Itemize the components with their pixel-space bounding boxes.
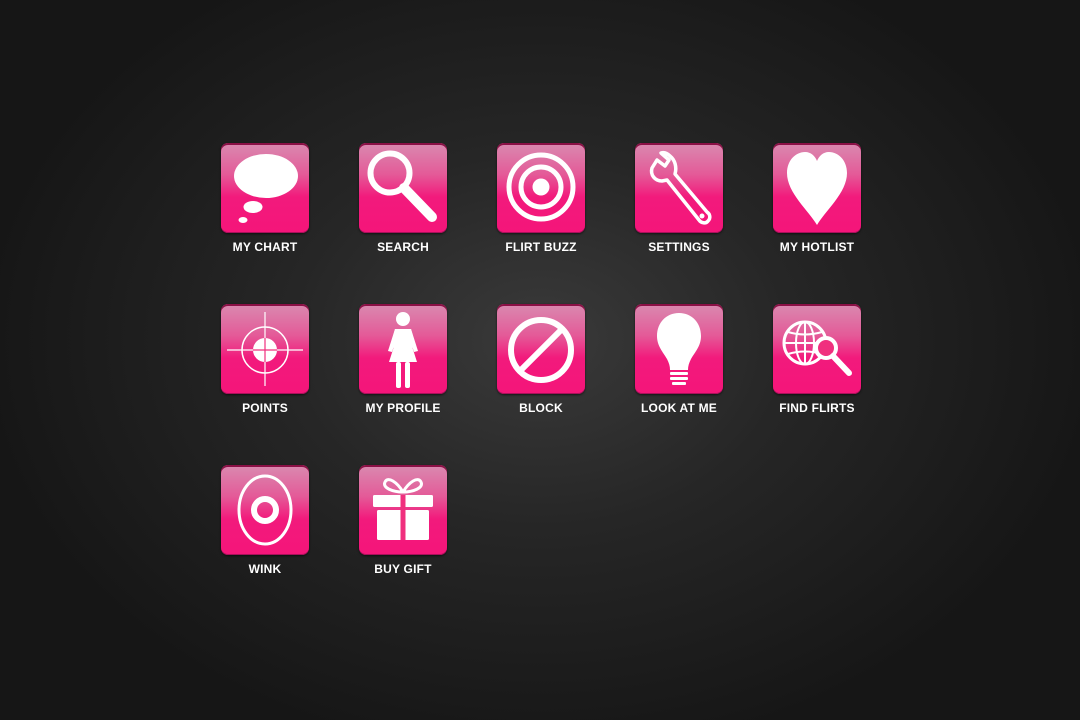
flirt-buzz-label: FLIRT BUZZ [505, 240, 577, 254]
buy-gift-label: BUY GIFT [374, 562, 432, 576]
heart-icon [787, 152, 847, 225]
gift-icon [373, 478, 433, 540]
wink-button[interactable]: WINK [213, 465, 317, 589]
buy-gift-tile[interactable] [359, 465, 447, 555]
flirt-buzz-button[interactable]: FLIRT BUZZ [489, 143, 593, 267]
my-hotlist-label: MY HOTLIST [779, 240, 855, 254]
points-button[interactable]: POINTS [213, 304, 317, 428]
my-profile-label: MY PROFILE [365, 401, 441, 415]
find-flirts-button[interactable]: FIND FLIRTS [765, 304, 869, 428]
points-label: POINTS [242, 401, 288, 415]
my-chart-tile[interactable] [221, 143, 309, 233]
wrench-icon [649, 150, 712, 225]
my-chart-label: MY CHART [232, 240, 298, 254]
look-at-me-tile[interactable] [635, 304, 723, 394]
eye-icon [237, 474, 293, 546]
globe-search-icon [782, 320, 852, 376]
settings-tile[interactable] [635, 143, 723, 233]
points-tile[interactable] [221, 304, 309, 394]
search-tile[interactable] [359, 143, 447, 233]
my-profile-button[interactable]: MY PROFILE [351, 304, 455, 428]
wink-tile[interactable] [221, 465, 309, 555]
prohibited-icon [508, 317, 574, 383]
crosshair-icon [227, 312, 303, 386]
buy-gift-button[interactable]: BUY GIFT [351, 465, 455, 589]
settings-button[interactable]: SETTINGS [627, 143, 731, 267]
look-at-me-label: LOOK AT ME [641, 401, 717, 415]
search-label: SEARCH [377, 240, 429, 254]
block-button[interactable]: BLOCK [489, 304, 593, 428]
wink-label: WINK [248, 562, 282, 576]
magnifier-icon [367, 150, 437, 222]
my-profile-tile[interactable] [359, 304, 447, 394]
search-button[interactable]: SEARCH [351, 143, 455, 267]
target-icon [506, 152, 576, 222]
my-hotlist-button[interactable]: MY HOTLIST [765, 143, 869, 267]
my-chart-button[interactable]: MY CHART [213, 143, 317, 267]
look-at-me-button[interactable]: LOOK AT ME [627, 304, 731, 428]
lightbulb-icon [657, 313, 701, 385]
thought-bubble-icon [234, 154, 298, 223]
my-hotlist-tile[interactable] [773, 143, 861, 233]
find-flirts-label: FIND FLIRTS [779, 401, 855, 415]
block-tile[interactable] [497, 304, 585, 394]
settings-label: SETTINGS [648, 240, 710, 254]
woman-icon [388, 312, 418, 388]
flirt-buzz-tile[interactable] [497, 143, 585, 233]
menu-grid: MY CHART SEARCH FLIRT BUZZ SETTINGS MY H… [213, 143, 913, 603]
block-label: BLOCK [519, 401, 563, 415]
find-flirts-tile[interactable] [773, 304, 861, 394]
